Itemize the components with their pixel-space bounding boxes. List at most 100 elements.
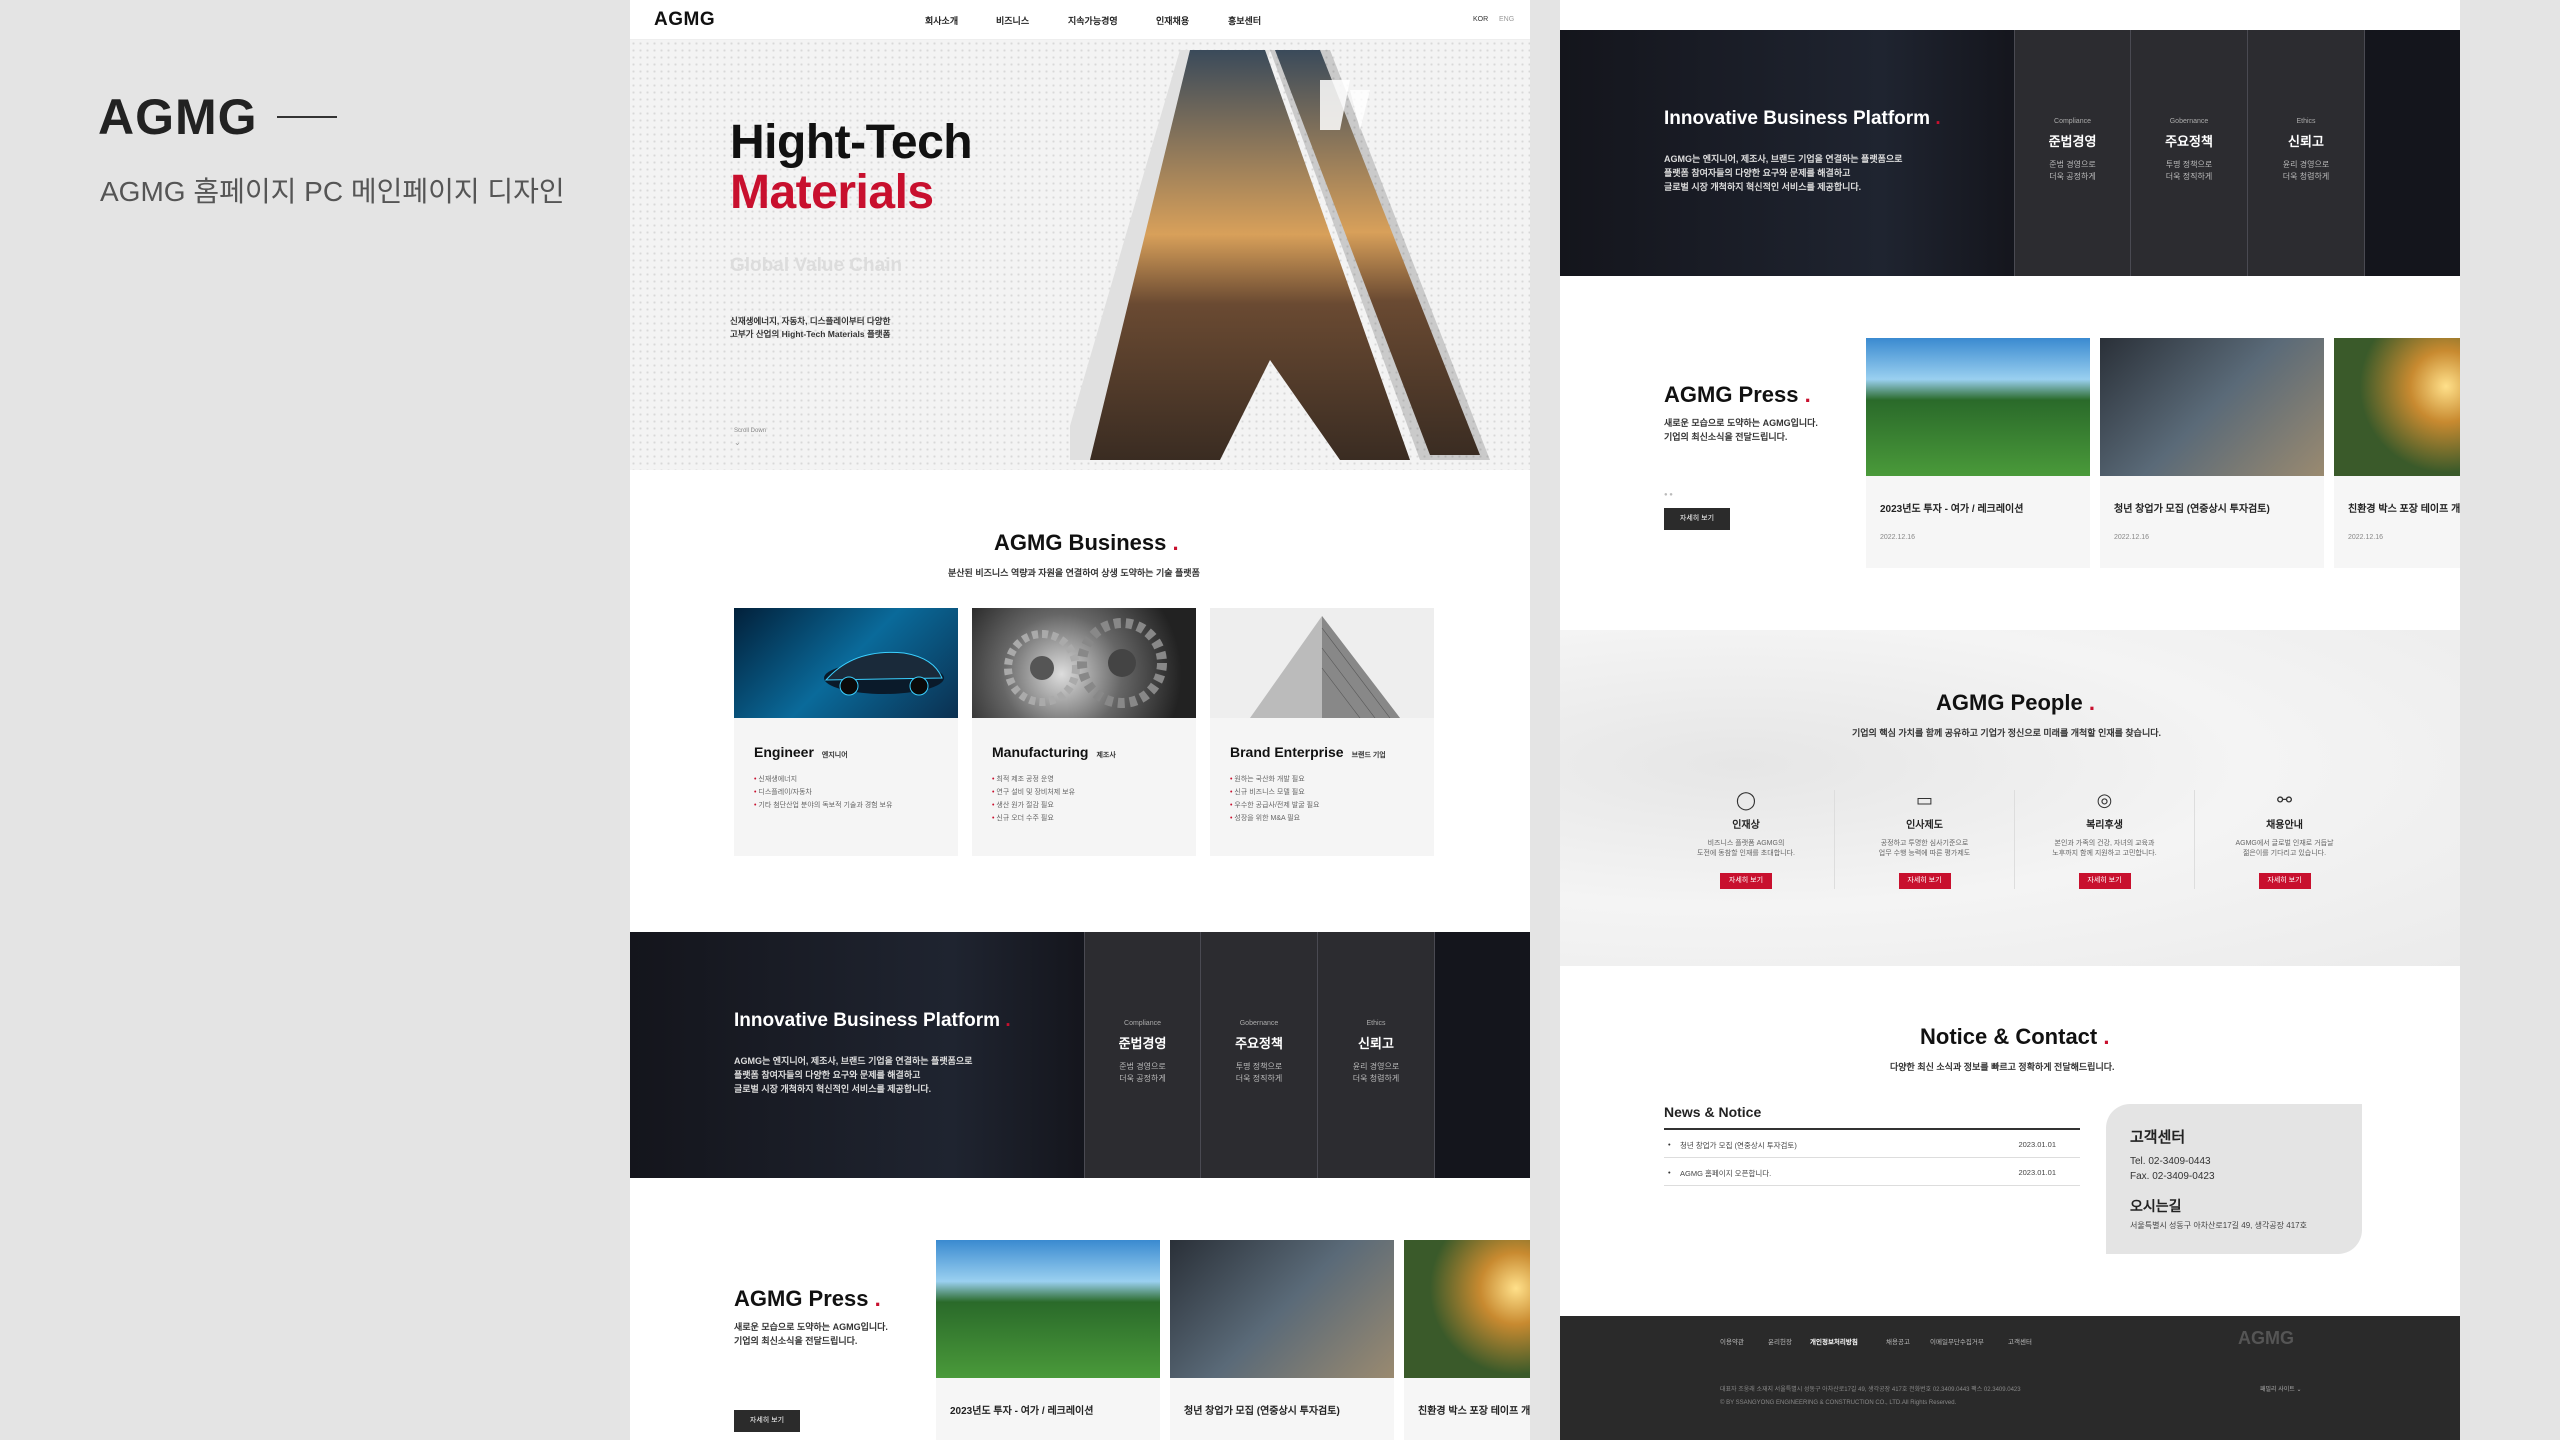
business-card-engineer[interactable]: Engineer 엔지니어 신재생에너지 디스플레이/자동차 기타 첨단산업 분야… bbox=[734, 608, 958, 856]
col-en: Gobernance bbox=[1239, 1020, 1279, 1027]
footer-copyright: © BY SSANGYONG ENGINEERING & CONSTRUCTIO… bbox=[1720, 1400, 1957, 1406]
people-desc-line: 비즈니스 플랫폼 AGMG의 bbox=[1707, 840, 1785, 847]
press-card[interactable]: 2023년도 투자 - 여가 / 레크레이션 bbox=[936, 1240, 1160, 1440]
news-row[interactable]: 청년 창업가 모집 (연중상시 투자검토) 2023.01.01 bbox=[1664, 1130, 2080, 1158]
platform-desc: AGMG는 엔지니어, 제조사, 브랜드 기업을 연결하는 플랫폼으로 플랫폼 … bbox=[1664, 152, 1964, 194]
users-icon: ⚯ bbox=[2276, 790, 2293, 810]
contact-title: 고객센터 bbox=[2130, 1129, 2186, 1146]
main-page-panel-top: AGMG 회사소개 비즈니스 지속가능경영 인재채용 홍보센터 KOR ENG … bbox=[630, 0, 1530, 1440]
card-title: Manufacturing 제조사 bbox=[992, 744, 1116, 760]
footer-link[interactable]: 윤리헌장 bbox=[1768, 1336, 1792, 1346]
footer-link[interactable]: 이메일무단수집거부 bbox=[1930, 1336, 1984, 1346]
hero-desc-line1: 신재생에너지, 자동차, 디스플레이부터 다양한 bbox=[730, 316, 891, 326]
nav-item-company[interactable]: 회사소개 bbox=[925, 14, 958, 27]
list-item: 최적 제조 공정 운영 bbox=[992, 773, 1075, 786]
people-desc-line: AGMG에서 글로벌 인재로 거듭날 bbox=[2235, 840, 2334, 847]
site-logo[interactable]: AGMG bbox=[654, 9, 715, 31]
list-item: 디스플레이/자동차 bbox=[754, 786, 892, 799]
people-desc-line: 도전에 동참할 인재를 초대합니다. bbox=[1697, 850, 1795, 857]
hero-desc-line2: 고부가 산업의 Hight-Tech Materials 플랫폼 bbox=[730, 329, 891, 339]
monitor-icon: ▭ bbox=[1915, 790, 1933, 810]
press-image-golf bbox=[1866, 338, 2090, 476]
lang-eng[interactable]: ENG bbox=[1499, 16, 1514, 23]
location-title: 오시는길 bbox=[2130, 1198, 2182, 1214]
red-dot-icon: . bbox=[2088, 690, 2095, 715]
col-ko: 준법경영 bbox=[1118, 1036, 1167, 1051]
press-title: AGMG Press . bbox=[1664, 382, 1811, 408]
chevron-down-icon[interactable]: ⌄ bbox=[734, 438, 741, 447]
people-desc-line: 노후까지 함께 지원하고 고민합니다. bbox=[2052, 850, 2157, 857]
press-more-button[interactable]: 자세히 보기 bbox=[1664, 508, 1730, 530]
contact-tel[interactable]: Tel. 02-3409-0443 bbox=[2130, 1154, 2215, 1169]
press-title-text: AGMG Press bbox=[1664, 382, 1799, 407]
press-card[interactable]: 친환경 박스 포장 테이프 개발 2022.12.16 bbox=[2334, 338, 2460, 568]
nav-item-recruit[interactable]: 인재채용 bbox=[1156, 14, 1189, 27]
people-more-button[interactable]: 자세히 보기 bbox=[2258, 873, 2311, 889]
footer-link[interactable]: 채용공고 bbox=[1886, 1336, 1910, 1346]
footer-link[interactable]: 개인정보처리방침 bbox=[1810, 1336, 1858, 1346]
site-header: AGMG 회사소개 비즈니스 지속가능경영 인재채용 홍보센터 KOR ENG bbox=[630, 0, 1530, 40]
col-desc: 투명 정책으로 더욱 정직하게 bbox=[2131, 159, 2247, 183]
pager-dots[interactable]: ● ● bbox=[1664, 492, 1673, 498]
people-more-button[interactable]: 자세히 보기 bbox=[1898, 873, 1951, 889]
platform-col-compliance[interactable]: Compliance 준법경영 준법 경영으로 더욱 공정하게 bbox=[2014, 30, 2131, 276]
footer-link[interactable]: 고객센터 bbox=[2008, 1336, 2032, 1346]
footer-link[interactable]: 이용약관 bbox=[1720, 1336, 1744, 1346]
business-title: AGMG Business . bbox=[994, 530, 1179, 556]
people-item-desc: 본인과 가족의 건강, 자녀의 교육과노후까지 함께 지원하고 고민합니다. bbox=[2015, 839, 2194, 859]
platform-section: Innovative Business Platform . AGMG는 엔지니… bbox=[630, 932, 1530, 1178]
family-site-select[interactable]: 패밀리 사이트 ⌄ bbox=[2260, 1384, 2301, 1393]
contact-fax: Fax. 02-3409-0423 bbox=[2130, 1171, 2215, 1182]
press-card[interactable]: 청년 창업가 모집 (연중상시 투자검토) bbox=[1170, 1240, 1394, 1440]
notice-title: Notice & Contact . bbox=[1920, 1024, 2110, 1050]
col-desc-line: 더욱 공정하게 bbox=[1119, 1074, 1166, 1083]
people-item-name: 인사제도 bbox=[1906, 820, 1943, 831]
card-list: 최적 제조 공정 운영 연구 설비 및 장비처제 보유 생산 원가 절감 필요 … bbox=[992, 773, 1075, 825]
scroll-down-label[interactable]: Scroll Down bbox=[734, 428, 766, 434]
press-card-date: 2022.12.16 bbox=[2348, 534, 2384, 541]
nav-item-pr[interactable]: 홍보센터 bbox=[1228, 14, 1261, 27]
platform-col-ethics[interactable]: Ethics 신뢰고 윤리 경영으로 더욱 청렴하게 bbox=[1318, 932, 1435, 1178]
people-desc-line: 본인과 가족의 건강, 자녀의 교육과 bbox=[2054, 840, 2155, 847]
platform-col-compliance[interactable]: Compliance 준법경영 준법 경영으로 더욱 공정하게 bbox=[1084, 932, 1201, 1178]
press-card-title: 2023년도 투자 - 여가 / 레크레이션 bbox=[950, 1406, 1094, 1417]
lang-kor[interactable]: KOR bbox=[1473, 16, 1488, 23]
col-en: Compliance bbox=[2054, 118, 2091, 125]
press-card[interactable]: 2023년도 투자 - 여가 / 레크레이션 2022.12.16 bbox=[1866, 338, 2090, 568]
people-desc-line: 공정하고 투명한 심사기준으로 bbox=[1880, 840, 1969, 847]
press-card-date: 2022.12.16 bbox=[1880, 534, 1916, 541]
notice-subtitle: 다양한 최신 소식과 정보를 빠르고 정확하게 전달해드립니다. bbox=[1890, 1062, 2115, 1072]
people-more-button[interactable]: 자세히 보기 bbox=[1720, 873, 1772, 889]
press-desc-line: 기업의 최신소식을 전달드립니다. bbox=[734, 1336, 858, 1346]
card-tag: 엔지니어 bbox=[821, 752, 848, 759]
news-title: News & Notice bbox=[1664, 1104, 1762, 1120]
people-item-name: 인재상 bbox=[1732, 820, 1760, 831]
people-item-desc: 공정하고 투명한 심사기준으로업무 수행 능력에 따른 평가제도 bbox=[1835, 839, 2014, 859]
press-card[interactable]: 청년 창업가 모집 (연중상시 투자검토) 2022.12.16 bbox=[2100, 338, 2324, 568]
nav-item-sustainability[interactable]: 지속가능경영 bbox=[1068, 14, 1118, 27]
press-card[interactable]: 친환경 박스 포장 테이프 개발 bbox=[1404, 1240, 1530, 1440]
platform-col-ethics[interactable]: Ethics 신뢰고 윤리 경영으로 더욱 청렴하게 bbox=[2248, 30, 2365, 276]
press-image-laptop bbox=[1170, 1240, 1394, 1378]
nav-item-business[interactable]: 비즈니스 bbox=[996, 14, 1029, 27]
platform-col-governance[interactable]: Gobernance 주요정책 투명 정책으로 더욱 정직하게 bbox=[2131, 30, 2248, 276]
footer-logo: AGMG bbox=[2238, 1328, 2294, 1348]
platform-col-governance[interactable]: Gobernance 주요정책 투명 정책으로 더욱 정직하게 bbox=[1201, 932, 1318, 1178]
platform-title: Innovative Business Platform . bbox=[734, 1010, 1011, 1032]
card-title: Brand Enterprise 브랜드 기업 bbox=[1230, 744, 1386, 760]
press-more-button[interactable]: 자세히 보기 bbox=[734, 1410, 800, 1432]
engineer-image bbox=[734, 608, 958, 718]
people-title: AGMG People . bbox=[1936, 690, 2095, 716]
news-row[interactable]: AGMG 홈페이지 오픈합니다. 2023.01.01 bbox=[1664, 1158, 2080, 1186]
notice-title-text: Notice & Contact bbox=[1920, 1024, 2098, 1049]
col-desc: 투명 정책으로 더욱 정직하게 bbox=[1201, 1061, 1317, 1085]
list-item: 기타 첨단산업 분야의 독보적 기술과 경험 보유 bbox=[754, 799, 892, 812]
business-card-manufacturing[interactable]: Manufacturing 제조사 최적 제조 공정 운영 연구 설비 및 장비처… bbox=[972, 608, 1196, 856]
business-card-brand[interactable]: Brand Enterprise 브랜드 기업 원하는 국산화 개발 필요 신규 … bbox=[1210, 608, 1434, 856]
people-more-button[interactable]: 자세히 보기 bbox=[2078, 873, 2131, 889]
people-subtitle: 기업의 핵심 가치를 함께 공유하고 기업가 정신으로 미래를 개척할 인재를 … bbox=[1852, 728, 2162, 738]
people-desc-line: 업무 수행 능력에 따른 평가제도 bbox=[1878, 850, 1971, 857]
col-desc-line: 더욱 정직하게 bbox=[1235, 1074, 1283, 1083]
card-list: 신재생에너지 디스플레이/자동차 기타 첨단산업 분야의 독보적 기술과 경험 … bbox=[754, 773, 892, 812]
col-en: Ethics bbox=[2296, 118, 2316, 125]
